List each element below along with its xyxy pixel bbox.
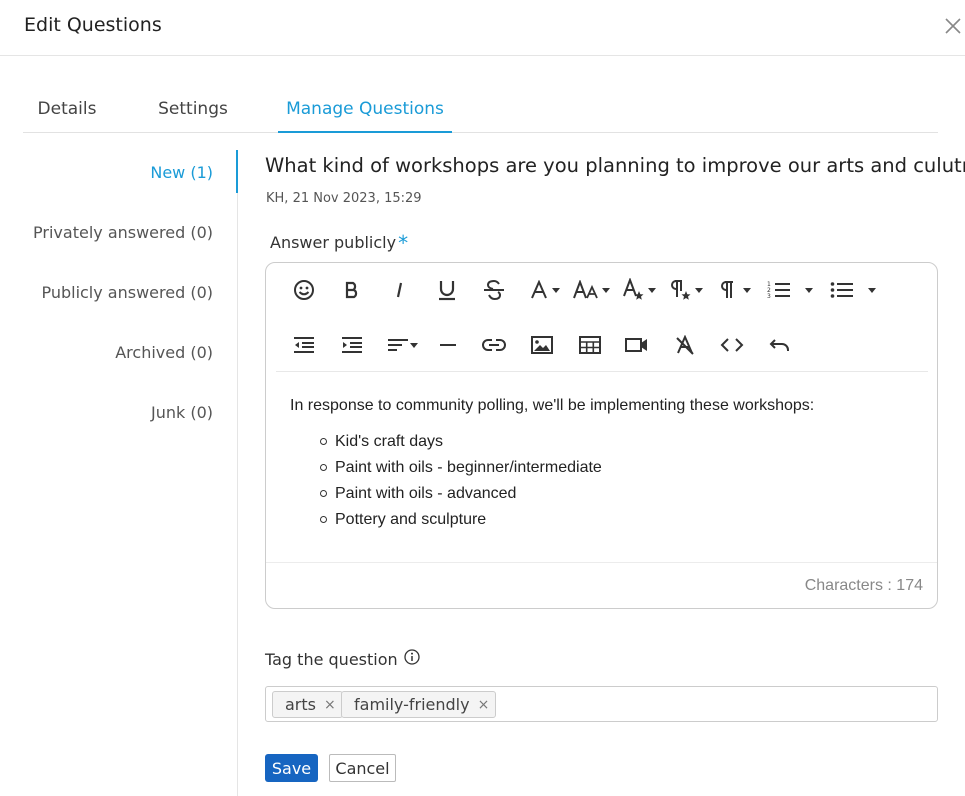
font-size-caret-icon[interactable]: [601, 274, 611, 306]
italic-icon[interactable]: [384, 274, 416, 306]
question-status-nav: New (1) Privately answered (0) Publicly …: [0, 150, 238, 796]
clear-formatting-icon[interactable]: [669, 329, 701, 361]
editor-footer: Characters : 174: [266, 562, 937, 608]
list-item: Paint with oils - beginner/intermediate: [320, 455, 920, 481]
svg-text:3: 3: [767, 293, 771, 300]
ordered-list-icon[interactable]: 123: [763, 274, 795, 306]
font-style-caret-icon[interactable]: [647, 274, 657, 306]
remove-tag-icon[interactable]: ×: [324, 697, 336, 713]
image-icon[interactable]: [526, 329, 558, 361]
character-count: Characters : 174: [804, 577, 923, 594]
unordered-list-icon[interactable]: [826, 274, 858, 306]
font-style-icon[interactable]: [618, 274, 650, 306]
editor-content-area[interactable]: In response to community polling, we'll …: [290, 397, 920, 533]
question-meta: KH, 21 Nov 2023, 15:29: [266, 191, 422, 206]
answer-bullet-list: Kid's craft days Paint with oils - begin…: [290, 429, 920, 533]
paragraph-style-caret-icon[interactable]: [694, 274, 704, 306]
underline-icon[interactable]: [431, 274, 463, 306]
paragraph-format-caret-icon[interactable]: [742, 274, 752, 306]
required-marker: *: [398, 231, 409, 255]
nav-item-archived[interactable]: Archived (0): [115, 343, 213, 362]
unordered-list-caret-icon[interactable]: [867, 274, 877, 306]
horizontal-line-icon[interactable]: [432, 329, 464, 361]
paragraph-format-icon[interactable]: [712, 274, 744, 306]
editor-toolbar: 123: [266, 263, 937, 372]
dialog-header: Edit Questions: [0, 0, 965, 56]
cancel-button[interactable]: Cancel: [329, 754, 396, 782]
tag-chip-family-friendly: family-friendly ×: [341, 691, 497, 718]
tag-label: Tag the question: [265, 649, 420, 669]
rich-text-editor: 123 In response to community polling, we…: [265, 262, 938, 609]
ordered-list-caret-icon[interactable]: [804, 274, 814, 306]
nav-item-new[interactable]: New (1): [150, 163, 213, 182]
undo-icon[interactable]: [764, 329, 796, 361]
tag-chip-label: arts: [285, 695, 316, 714]
paragraph-style-icon[interactable]: [664, 274, 696, 306]
video-icon[interactable]: [621, 329, 653, 361]
emoticon-icon[interactable]: [288, 274, 320, 306]
question-text: What kind of workshops are you planning …: [265, 154, 965, 177]
table-icon[interactable]: [574, 329, 606, 361]
tab-bar: Details Settings Manage Questions: [23, 86, 938, 133]
align-caret-icon[interactable]: [409, 329, 419, 361]
tag-chip-arts: arts ×: [272, 691, 343, 718]
indent-icon[interactable]: [336, 329, 368, 361]
tag-chip-label: family-friendly: [354, 695, 470, 714]
tag-input[interactable]: arts × family-friendly ×: [265, 686, 938, 722]
list-item: Kid's craft days: [320, 429, 920, 455]
bold-icon[interactable]: [336, 274, 368, 306]
list-item: Paint with oils - advanced: [320, 481, 920, 507]
remove-tag-icon[interactable]: ×: [478, 697, 490, 713]
toolbar-divider: [276, 371, 928, 372]
tab-details[interactable]: Details: [23, 86, 111, 133]
answer-label-text: Answer publicly: [270, 233, 397, 252]
info-icon[interactable]: [403, 649, 420, 669]
strikethrough-icon[interactable]: [478, 274, 510, 306]
font-size-icon[interactable]: [570, 274, 604, 306]
tag-label-text: Tag the question: [265, 649, 398, 669]
answer-label: Answer publicly *: [270, 229, 409, 255]
font-color-caret-icon[interactable]: [551, 274, 561, 306]
nav-item-privately-answered[interactable]: Privately answered (0): [33, 223, 213, 242]
list-item: Pottery and sculpture: [320, 507, 920, 533]
close-icon[interactable]: [944, 17, 964, 37]
outdent-icon[interactable]: [288, 329, 320, 361]
tab-settings[interactable]: Settings: [155, 86, 231, 133]
nav-item-publicly-answered[interactable]: Publicly answered (0): [41, 283, 213, 302]
answer-intro-text: In response to community polling, we'll …: [290, 397, 815, 414]
link-icon[interactable]: [478, 329, 510, 361]
dialog-title: Edit Questions: [24, 14, 162, 36]
nav-item-junk[interactable]: Junk (0): [151, 403, 213, 422]
tab-manage-questions[interactable]: Manage Questions: [278, 86, 452, 133]
active-nav-indicator: [236, 150, 238, 193]
save-button[interactable]: Save: [265, 754, 318, 782]
code-view-icon[interactable]: [716, 329, 748, 361]
